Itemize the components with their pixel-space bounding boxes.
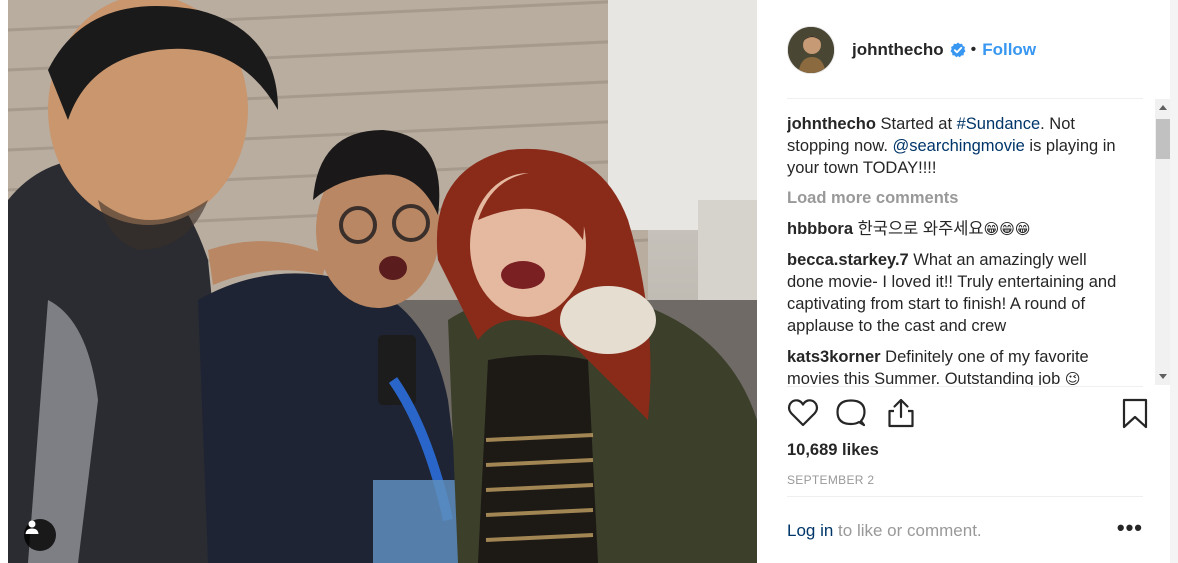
comment-username[interactable]: kats3korner [787,348,881,366]
post-photo[interactable] [8,0,757,563]
caption-mention[interactable]: @searchingmovie [893,137,1025,155]
window-right-edge [1170,0,1178,563]
window-left-edge [0,0,8,563]
scrollbar-thumb[interactable] [1156,119,1171,159]
scroll-up-arrow-icon[interactable] [1159,105,1167,110]
bookmark-icon[interactable] [1119,397,1151,429]
comments-list[interactable]: johnthecho Started at #Sundance. Not sto… [787,113,1127,385]
header-divider [787,98,1143,99]
person-tag-icon [25,520,39,534]
comment-username[interactable]: hbbbora [787,220,853,238]
post-date[interactable]: SEPTEMBER 2 [787,473,874,487]
post-actions [787,397,1148,431]
scroll-down-arrow-icon[interactable] [1159,374,1167,379]
comment-item: hbbbora 한국으로 와주세요😁😁😁 [787,218,1127,241]
avatar-image [788,26,834,73]
login-prompt: Log in to like or comment. ••• [787,515,1143,541]
post-header: johnthecho • Follow [787,22,1036,77]
comment-bubble-icon[interactable] [835,397,867,429]
avatar[interactable] [787,25,835,74]
comment-item: becca.starkey.7 What an amazingly well d… [787,249,1127,338]
likes-count[interactable]: 10,689 likes [787,441,879,460]
comment-emoji: 😁😁😁 [983,221,1031,238]
header-username[interactable]: johnthecho [852,40,944,60]
share-icon[interactable] [885,397,917,429]
photo-illustration [8,0,757,563]
comment-emoji: 😉 [1064,371,1081,385]
caption-hashtag[interactable]: #Sundance [957,115,1041,133]
comment-item: kats3korner Definitely one of my favorit… [787,346,1127,385]
post-side-panel: johnthecho • Follow johnthecho Started a… [757,0,1172,563]
login-link[interactable]: Log in [787,521,833,540]
comment-text: 한국으로 와주세요 [853,220,984,238]
comment-username[interactable]: becca.starkey.7 [787,251,909,269]
caption-username[interactable]: johnthecho [787,115,876,133]
login-prompt-text: to like or comment. [833,521,982,540]
comments-divider [787,386,1143,387]
more-options-button[interactable]: ••• [1117,515,1143,541]
verified-badge-icon [950,42,966,57]
footer-divider [787,496,1143,497]
tagged-people-button[interactable] [24,519,56,551]
header-separator: • [970,40,977,58]
heart-icon[interactable] [787,397,819,429]
post-caption: johnthecho Started at #Sundance. Not sto… [787,113,1127,179]
load-more-comments-button[interactable]: Load more comments [787,187,1127,209]
caption-text-1: Started at [875,115,957,133]
follow-button[interactable]: Follow [982,40,1036,60]
